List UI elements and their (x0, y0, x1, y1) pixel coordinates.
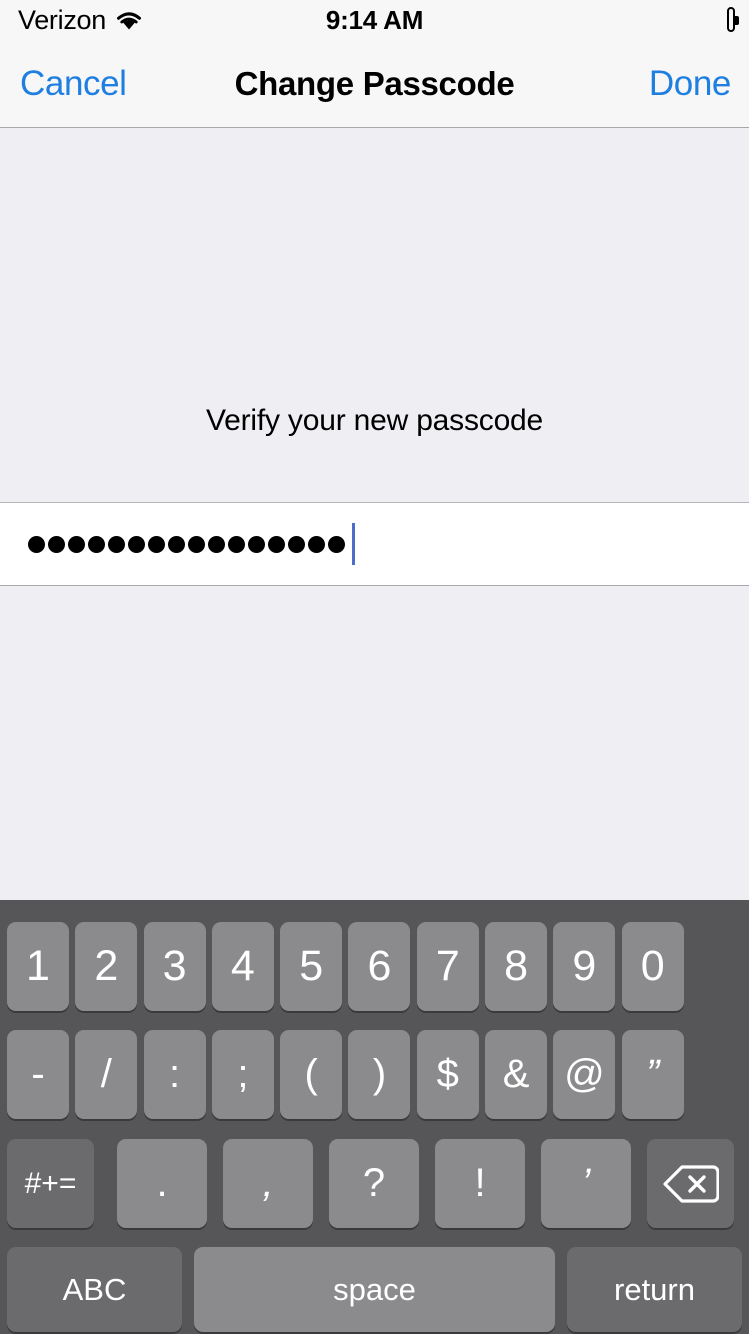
key-slash[interactable]: / (75, 1030, 138, 1119)
key-return[interactable]: return (567, 1247, 742, 1332)
content-area: Verify your new passcode (0, 129, 749, 900)
key-at[interactable]: @ (553, 1030, 616, 1119)
passcode-dot (228, 535, 245, 553)
key-question[interactable]: ? (329, 1139, 419, 1228)
key-5[interactable]: 5 (280, 922, 343, 1011)
keyboard-symbols-row: - /:;() $ & @” (0, 1030, 749, 1119)
done-button[interactable]: Done (649, 64, 731, 104)
iphone-screen: Verizon 9:14 AM Cancel Change Passcode D… (0, 0, 749, 1334)
status-bar: Verizon 9:14 AM (0, 0, 749, 40)
key-dollar[interactable]: $ (416, 1030, 479, 1119)
passcode-dot (308, 535, 325, 553)
keyboard-bottom-row: ABC space return (0, 1247, 749, 1332)
clock-label: 9:14 AM (325, 4, 424, 35)
key-9[interactable]: 9 (553, 922, 616, 1011)
key-paren-close[interactable]: ) (348, 1030, 411, 1119)
passcode-dot (288, 535, 305, 553)
passcode-dot (108, 535, 125, 553)
passcode-prompt-label: Verify your new passcode (205, 404, 544, 437)
key-3[interactable]: 3 (143, 922, 206, 1011)
passcode-dot (88, 535, 105, 553)
passcode-dot (128, 535, 145, 553)
key-symbol-shift[interactable]: #+= (7, 1139, 94, 1228)
key-6[interactable]: 6 (348, 922, 411, 1011)
passcode-dot (268, 535, 285, 553)
key-1[interactable]: 1 (7, 922, 69, 1011)
key-abc[interactable]: ABC (7, 1247, 182, 1332)
key-paren-open[interactable]: ( (280, 1030, 343, 1119)
key-4[interactable]: 4 (211, 922, 274, 1011)
key-space[interactable]: space (194, 1247, 555, 1332)
key-ampersand[interactable]: & (485, 1030, 548, 1119)
passcode-dot (248, 535, 265, 553)
navigation-bar: Cancel Change Passcode Done (0, 40, 749, 128)
passcode-dot (168, 535, 185, 553)
key-period[interactable]: . (117, 1139, 207, 1228)
key-8[interactable]: 8 (485, 922, 548, 1011)
key-comma[interactable]: , (223, 1139, 313, 1228)
key-semicolon[interactable]: ; (211, 1030, 274, 1119)
passcode-dot (208, 535, 225, 553)
page-title: Change Passcode (234, 64, 515, 102)
status-bar-center: 9:14 AM (0, 0, 749, 40)
key-exclamation[interactable]: ! (435, 1139, 525, 1228)
passcode-dot (68, 535, 85, 553)
key-hyphen[interactable]: - (7, 1030, 69, 1119)
status-bar-right (727, 0, 739, 40)
keyboard-punctuation-row: #+= . , ? ! ’ (0, 1139, 749, 1228)
key-colon[interactable]: : (143, 1030, 206, 1119)
key-2[interactable]: 2 (75, 922, 138, 1011)
backspace-icon[interactable] (647, 1139, 734, 1228)
passcode-dot (188, 535, 205, 553)
passcode-dot (328, 535, 345, 553)
passcode-dot (48, 535, 65, 553)
key-quote[interactable]: ” (621, 1030, 684, 1119)
passcode-dot (148, 535, 165, 553)
passcode-dot (28, 535, 45, 553)
key-0[interactable]: 0 (621, 922, 684, 1011)
key-apostrophe[interactable]: ’ (541, 1139, 631, 1228)
text-caret (352, 523, 355, 565)
onscreen-keyboard: 1234567890 - /:;() $ & @” #+= . , ? ! ’ ABC … (0, 900, 749, 1334)
keyboard-numbers-row: 1234567890 (0, 922, 749, 1011)
passcode-masked-dots (28, 535, 348, 553)
battery-icon (727, 7, 739, 32)
passcode-input[interactable] (0, 502, 749, 586)
key-7[interactable]: 7 (416, 922, 479, 1011)
